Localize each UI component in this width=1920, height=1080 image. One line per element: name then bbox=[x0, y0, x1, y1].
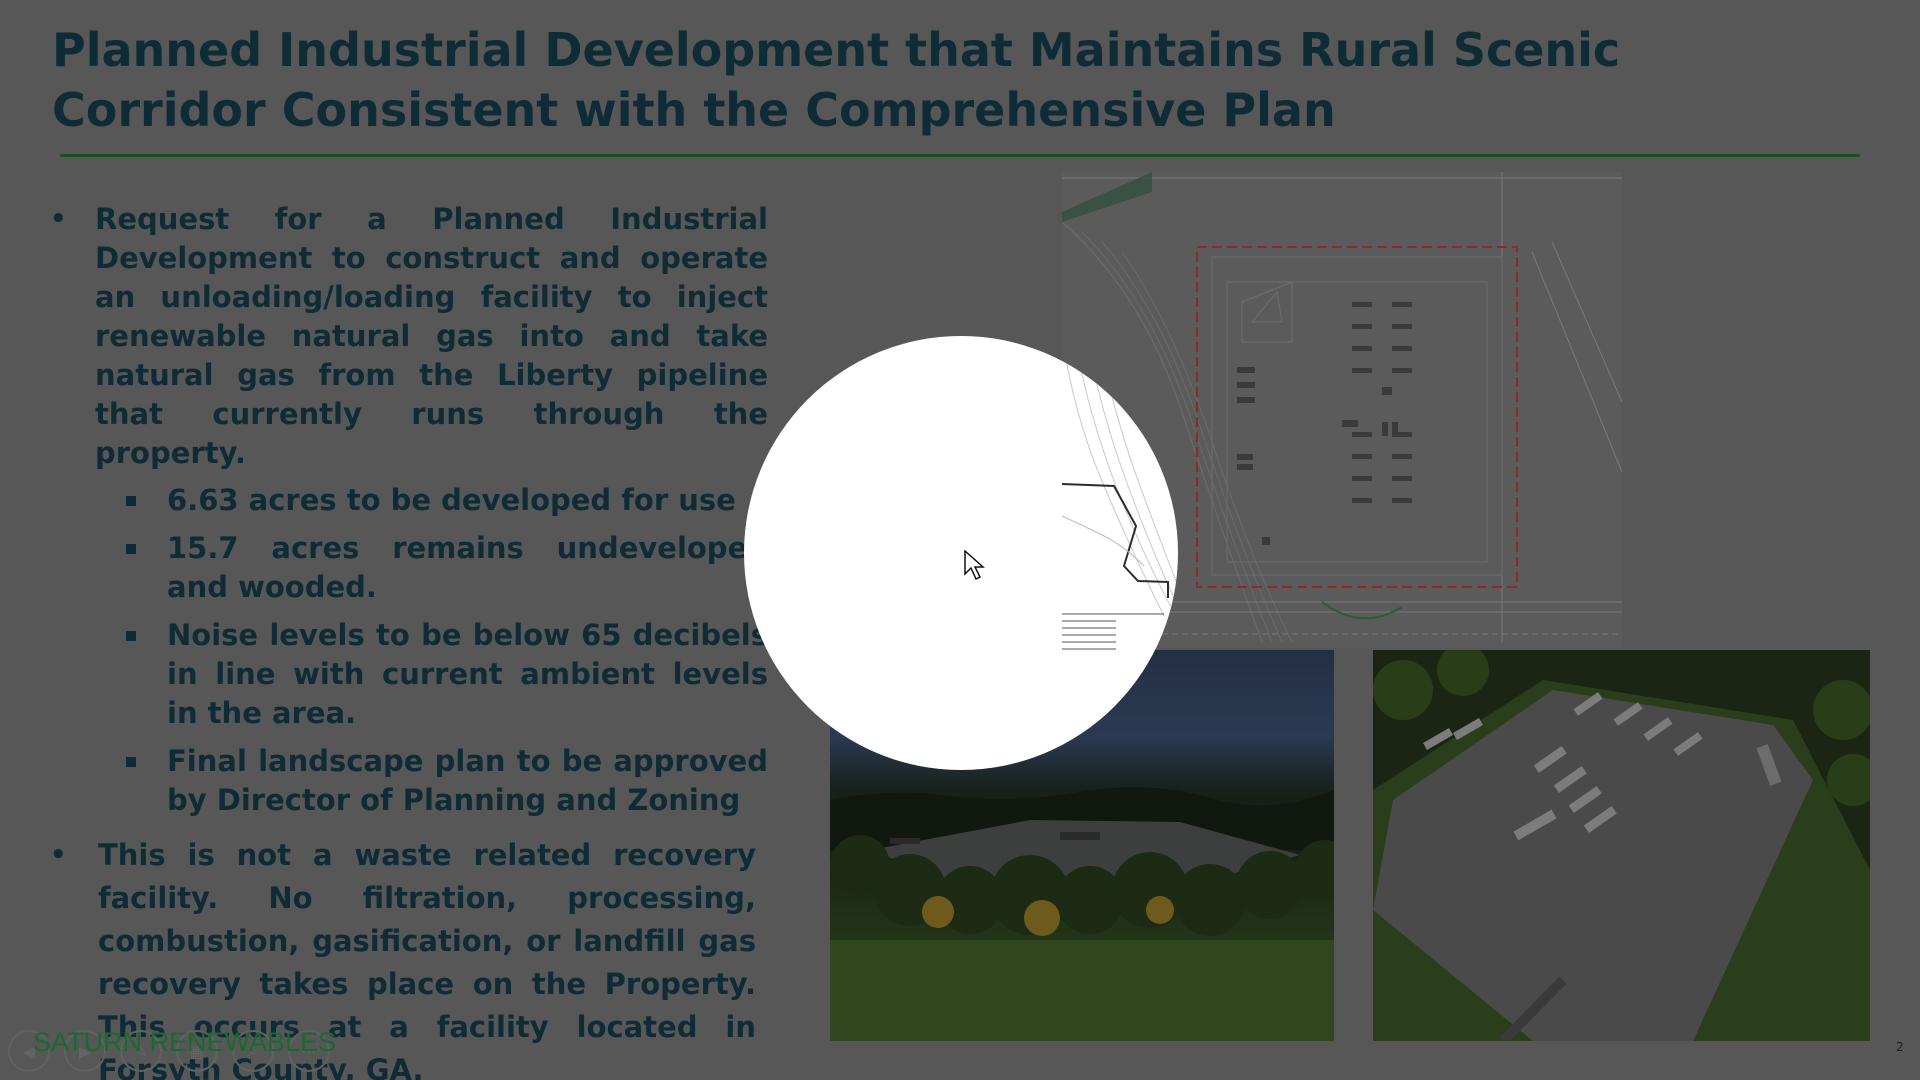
brand-name: SATURN RENEWABLES bbox=[33, 1027, 337, 1057]
square-bullet-icon bbox=[126, 757, 136, 767]
sub-bullet-text: 6.63 acres to be developed for use bbox=[167, 483, 736, 517]
bullet-dot-icon: • bbox=[50, 840, 67, 870]
bullet-dot-icon: • bbox=[50, 204, 67, 234]
aerial-view-svg bbox=[1373, 650, 1870, 1041]
sub-bullet-item: Final landscape plan to be approved by D… bbox=[48, 742, 768, 820]
sub-bullet-list: 6.63 acres to be developed for use 15.7 … bbox=[48, 481, 768, 820]
mouse-pointer-icon bbox=[964, 549, 986, 586]
sub-bullet-text: 15.7 acres remains undeveloped and woode… bbox=[167, 531, 768, 604]
sub-bullet-item: 15.7 acres remains undeveloped and woode… bbox=[48, 529, 768, 607]
square-bullet-icon bbox=[126, 544, 136, 554]
spotlight-overlay bbox=[744, 336, 1178, 770]
title-divider bbox=[60, 154, 1860, 157]
slide-body: • Request for a Planned Industrial Devel… bbox=[48, 200, 768, 1080]
square-bullet-icon bbox=[126, 496, 136, 506]
sub-bullet-item: 6.63 acres to be developed for use bbox=[48, 481, 768, 520]
slide-title: Planned Industrial Development that Main… bbox=[52, 23, 1621, 137]
rendering-aerial-view bbox=[1373, 650, 1870, 1041]
page-number: 2 bbox=[1896, 1040, 1904, 1054]
sub-bullet-item: Noise levels to be below 65 decibels in … bbox=[48, 616, 768, 733]
property-boundary bbox=[1196, 246, 1518, 588]
bullet-text: Request for a Planned Industrial Develop… bbox=[95, 202, 768, 470]
sub-bullet-text: Final landscape plan to be approved by D… bbox=[167, 744, 768, 817]
sub-bullet-text: Noise levels to be below 65 decibels in … bbox=[167, 618, 768, 730]
square-bullet-icon bbox=[126, 631, 136, 641]
bullet-item: • Request for a Planned Industrial Devel… bbox=[48, 200, 768, 473]
spotlight-detail-svg bbox=[1061, 336, 1178, 650]
